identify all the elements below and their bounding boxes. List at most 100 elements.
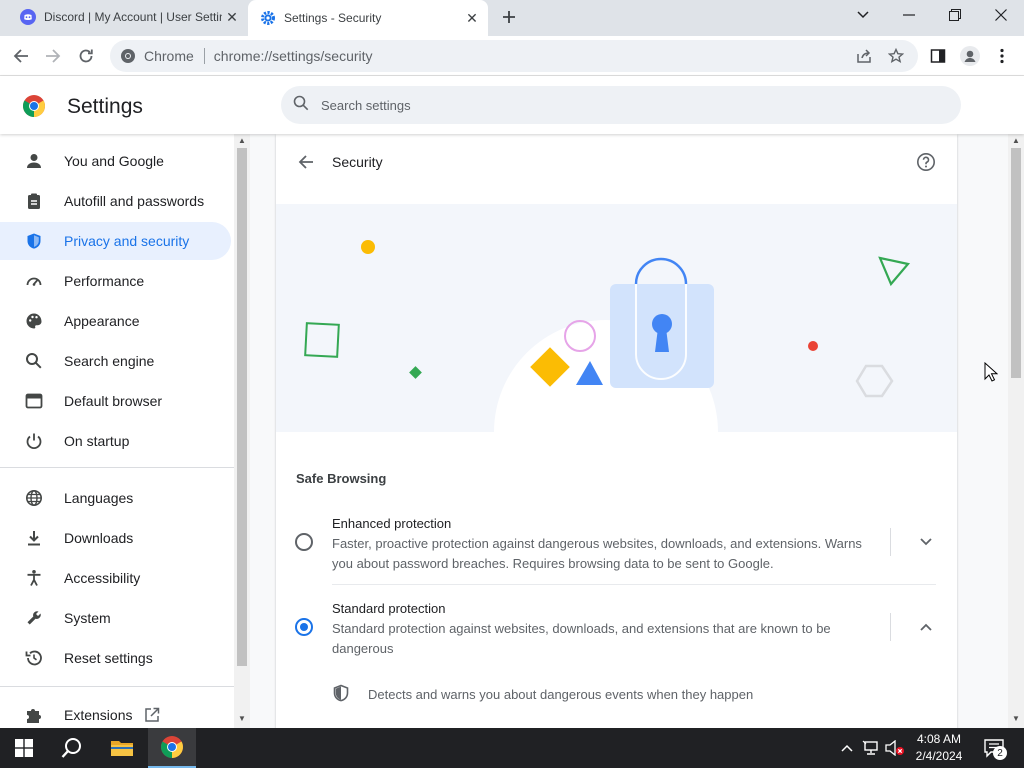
file-explorer-button[interactable]	[98, 728, 146, 768]
sidebar-item-autofill[interactable]: Autofill and passwords	[0, 182, 231, 220]
collapse-chevron-up-icon[interactable]	[914, 615, 938, 639]
windows-taskbar: 4:08 AM 2/4/2024 2	[0, 728, 1024, 768]
sidebar-item-search-engine[interactable]: Search engine	[0, 342, 231, 380]
tab-close-icon[interactable]: ✕	[462, 8, 482, 28]
security-illustration	[276, 204, 957, 432]
tab-search-chevron-icon[interactable]	[848, 4, 878, 26]
sidebar-item-default-browser[interactable]: Default browser	[0, 382, 231, 420]
bookmark-star-icon[interactable]	[887, 47, 905, 67]
search-icon	[24, 351, 44, 371]
sidebar-item-label: Languages	[64, 490, 134, 506]
settings-search-box[interactable]	[281, 86, 961, 124]
profile-avatar[interactable]	[957, 44, 983, 68]
back-button[interactable]	[8, 44, 34, 68]
option-description: Standard protection against websites, do…	[332, 621, 831, 656]
sidebar-item-label: On startup	[64, 433, 130, 449]
minimize-button[interactable]	[894, 4, 924, 26]
standard-protection-detail: Detects and warns you about dangerous ev…	[332, 684, 753, 705]
sidebar-item-reset-settings[interactable]: Reset settings	[0, 639, 231, 677]
settings-header: Settings	[0, 76, 1024, 134]
url-text[interactable]: chrome://settings/security	[214, 48, 918, 64]
start-button[interactable]	[0, 728, 48, 768]
scroll-down-arrow-icon[interactable]: ▼	[238, 714, 246, 723]
new-tab-button[interactable]	[498, 6, 520, 28]
clock-date: 2/4/2024	[915, 749, 963, 763]
scrollbar-thumb[interactable]	[1011, 148, 1021, 378]
sidebar-item-on-startup[interactable]: On startup	[0, 422, 231, 460]
standard-protection-radio[interactable]	[295, 618, 313, 636]
detail-text: Detects and warns you about dangerous ev…	[368, 687, 754, 702]
search-icon	[293, 95, 309, 116]
download-icon	[24, 528, 44, 548]
person-icon	[24, 151, 44, 171]
option-divider	[890, 528, 891, 556]
globe-icon	[24, 488, 44, 508]
sidebar-item-downloads[interactable]: Downloads	[0, 519, 231, 557]
browser-toolbar: Chrome chrome://settings/security	[0, 36, 1024, 76]
expand-chevron-down-icon[interactable]	[914, 530, 938, 554]
sidebar-item-label: Appearance	[64, 313, 140, 329]
green-square-shape	[304, 322, 340, 358]
sidebar-divider	[0, 686, 234, 687]
option-label: Standard protection	[332, 601, 446, 616]
palette-icon	[24, 311, 44, 331]
taskbar-search-button[interactable]	[48, 728, 96, 768]
browser-window-icon	[24, 391, 44, 411]
settings-search-input[interactable]	[321, 97, 921, 113]
show-hidden-icons-chevron-icon[interactable]	[838, 728, 856, 768]
site-info[interactable]: Chrome	[110, 48, 194, 64]
sidebar-item-appearance[interactable]: Appearance	[0, 302, 231, 340]
scrollbar-thumb[interactable]	[237, 148, 247, 666]
option-label: Enhanced protection	[332, 516, 452, 531]
sidebar-item-accessibility[interactable]: Accessibility	[0, 559, 231, 597]
external-link-icon	[144, 707, 160, 723]
sidebar-item-extensions[interactable]: Extensions	[0, 696, 231, 728]
sidebar-item-label: Default browser	[64, 393, 163, 409]
chrome-icon	[161, 736, 183, 758]
notification-center-button[interactable]: 2	[984, 738, 1007, 763]
close-window-button[interactable]	[986, 4, 1016, 26]
site-label: Chrome	[144, 48, 194, 64]
scroll-up-arrow-icon[interactable]: ▲	[1012, 136, 1020, 145]
sidebar-item-privacy-security[interactable]: Privacy and security	[0, 222, 231, 260]
side-panel-icon[interactable]	[925, 44, 951, 68]
page-title: Security	[332, 154, 383, 170]
sidebar-item-system[interactable]: System	[0, 599, 231, 637]
reload-button[interactable]	[73, 44, 99, 68]
clipboard-icon	[24, 191, 44, 211]
sidebar-item-performance[interactable]: Performance	[0, 262, 231, 300]
chrome-taskbar-button[interactable]	[148, 728, 196, 768]
tab-settings-security[interactable]: Settings - Security ✕	[248, 0, 488, 36]
chrome-site-icon	[121, 49, 135, 63]
scroll-up-arrow-icon[interactable]: ▲	[238, 136, 246, 145]
green-diamond-shape	[409, 366, 422, 379]
address-bar[interactable]: Chrome chrome://settings/security	[110, 40, 918, 72]
help-icon[interactable]	[914, 150, 938, 174]
restore-button[interactable]	[940, 4, 970, 26]
main-scrollbar[interactable]: ▲ ▼	[1008, 134, 1024, 728]
system-clock[interactable]: 4:08 AM 2/4/2024	[906, 731, 972, 765]
more-menu-icon[interactable]	[989, 44, 1015, 68]
sidebar-item-label: Downloads	[64, 530, 134, 546]
tab-close-icon[interactable]: ✕	[222, 7, 242, 27]
tab-discord[interactable]: Discord | My Account | User Settings ✕	[8, 0, 248, 34]
network-icon[interactable]	[860, 728, 882, 768]
clock-time: 4:08 AM	[916, 732, 962, 746]
history-icon	[24, 648, 44, 668]
volume-muted-icon[interactable]	[884, 728, 906, 768]
back-arrow-button[interactable]	[294, 150, 318, 174]
sidebar-item-you-and-google[interactable]: You and Google	[0, 142, 231, 180]
sidebar-scrollbar[interactable]: ▲ ▼	[234, 134, 250, 728]
sidebar-item-label: Reset settings	[64, 650, 153, 666]
sidebar-item-languages[interactable]: Languages	[0, 479, 231, 517]
yellow-dot-shape	[361, 240, 375, 254]
sidebar-item-label: Performance	[64, 273, 145, 289]
forward-button[interactable]	[40, 44, 66, 68]
search-icon	[61, 738, 81, 758]
share-icon[interactable]	[856, 48, 872, 67]
option-description: Faster, proactive protection against dan…	[332, 536, 862, 571]
windows-logo-icon	[15, 739, 33, 757]
enhanced-protection-radio[interactable]	[295, 533, 313, 551]
shield-half-icon	[332, 684, 350, 705]
scroll-down-arrow-icon[interactable]: ▼	[1012, 714, 1020, 723]
